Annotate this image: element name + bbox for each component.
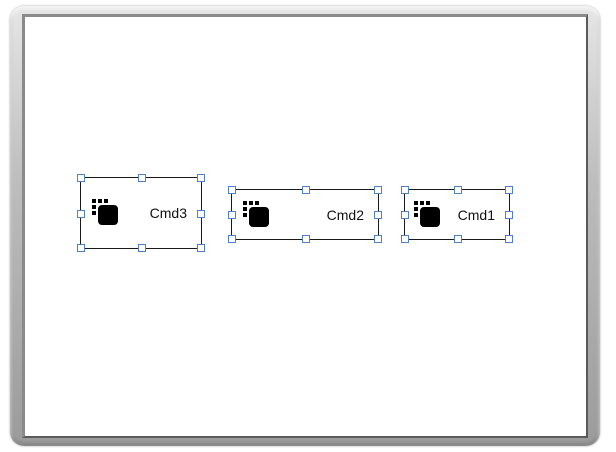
cmd1-button[interactable]: Cmd1	[401, 186, 513, 243]
resize-handle-bottom-left[interactable]	[77, 244, 85, 252]
resize-handle-top-left[interactable]	[228, 186, 236, 194]
command-button-icon	[414, 200, 440, 227]
resize-handle-top[interactable]	[138, 174, 146, 182]
resize-handle-right[interactable]	[374, 211, 382, 219]
resize-handle-left[interactable]	[401, 211, 409, 219]
resize-handle-right[interactable]	[197, 210, 205, 218]
resize-handle-bottom[interactable]	[302, 235, 310, 243]
command-button-icon	[243, 200, 269, 227]
resize-handle-top-right[interactable]	[505, 186, 513, 194]
resize-handle-bottom-right[interactable]	[374, 235, 382, 243]
cmd2-button[interactable]: Cmd2	[228, 186, 382, 243]
resize-handle-top-left[interactable]	[77, 174, 85, 182]
resize-handle-top-right[interactable]	[374, 186, 382, 194]
resize-handle-bottom-right[interactable]	[505, 235, 513, 243]
resize-handle-top-right[interactable]	[197, 174, 205, 182]
resize-handle-left[interactable]	[77, 210, 85, 218]
resize-handle-right[interactable]	[505, 211, 513, 219]
cmd3-label: Cmd3	[149, 205, 187, 221]
resize-handle-top[interactable]	[302, 186, 310, 194]
resize-handle-bottom[interactable]	[454, 235, 462, 243]
command-button-icon	[92, 199, 118, 225]
resize-handle-bottom[interactable]	[138, 244, 146, 252]
resize-handle-bottom-left[interactable]	[401, 235, 409, 243]
cmd3-button[interactable]: Cmd3	[77, 174, 205, 252]
resize-handle-left[interactable]	[228, 211, 236, 219]
resize-handle-bottom-left[interactable]	[228, 235, 236, 243]
resize-handle-top[interactable]	[454, 186, 462, 194]
cmd1-label: Cmd1	[457, 206, 495, 223]
resize-handle-bottom-right[interactable]	[197, 244, 205, 252]
cmd2-label: Cmd2	[326, 206, 364, 223]
resize-handle-top-left[interactable]	[401, 186, 409, 194]
